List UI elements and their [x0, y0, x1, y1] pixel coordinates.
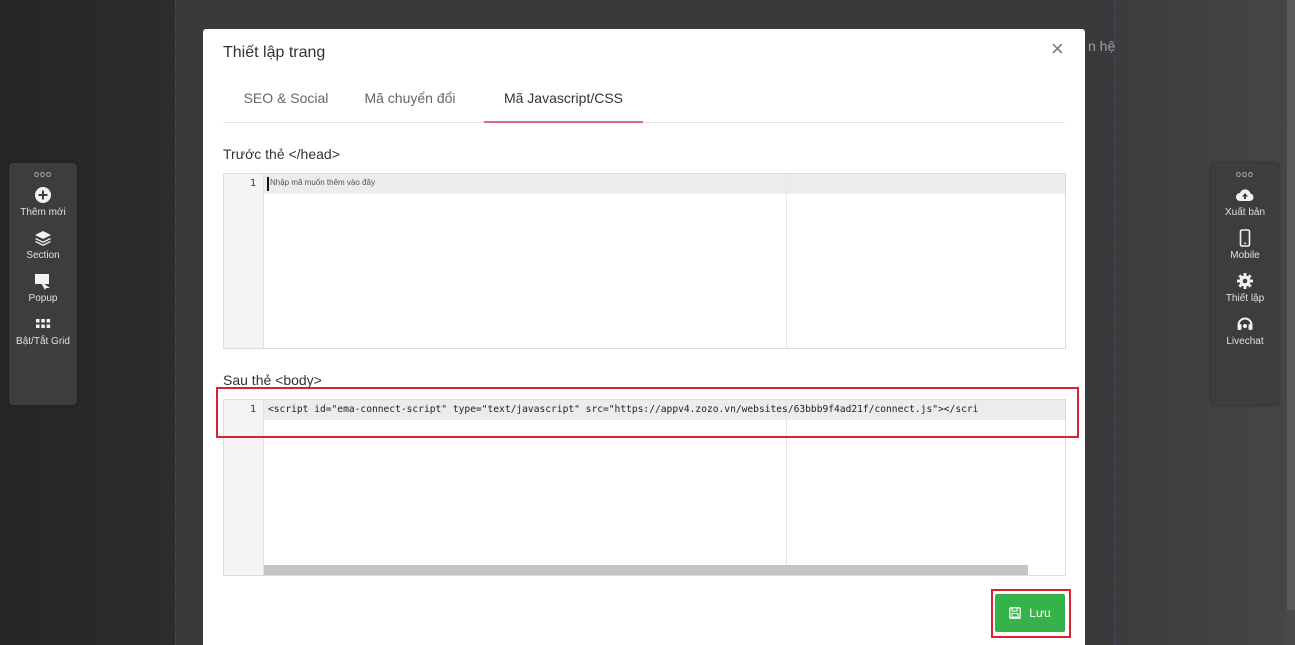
plus-circle-icon — [34, 187, 51, 203]
tab-bar: SEO & Social Mã chuyển đổi Mã Javascript… — [223, 81, 1065, 123]
background-partial-text: n hệ — [1088, 38, 1116, 54]
livechat-label: Livechat — [1226, 336, 1264, 347]
mobile-icon — [1239, 229, 1251, 247]
add-new-label: Thêm mới — [20, 207, 66, 218]
settings-button[interactable]: Thiết lập — [1226, 271, 1264, 304]
left-toolbar: ooo Thêm mới Section Popup Bật/Tắt Grid — [9, 163, 77, 405]
head-section-label: Trước thẻ </head> — [223, 146, 340, 162]
guide-line-left — [175, 0, 176, 645]
print-margin — [786, 174, 787, 348]
page-scrollbar-thumb[interactable] — [1287, 0, 1295, 610]
text-cursor — [267, 177, 269, 191]
grid-icon — [36, 319, 51, 328]
toggle-grid-button[interactable]: Bật/Tắt Grid — [16, 314, 70, 347]
livechat-button[interactable]: Livechat — [1226, 314, 1264, 347]
toolbar-drag-handle[interactable]: ooo — [1236, 167, 1254, 181]
toolbar-drag-handle[interactable]: ooo — [34, 167, 52, 181]
popup-label: Popup — [28, 293, 58, 304]
code-highlight-box — [216, 387, 1079, 438]
tab-javascript-css[interactable]: Mã Javascript/CSS — [484, 81, 643, 123]
head-code-editor[interactable]: 1 Nhập mã muốn thêm vào đây — [223, 173, 1066, 349]
gear-icon — [1236, 273, 1253, 289]
publish-label: Xuất bản — [1224, 207, 1266, 218]
section-button[interactable]: Section — [26, 228, 60, 261]
add-new-button[interactable]: Thêm mới — [20, 185, 66, 218]
tab-conversion-code[interactable]: Mã chuyển đổi — [353, 81, 467, 123]
modal-title: Thiết lập trang — [223, 44, 326, 61]
mobile-button[interactable]: Mobile — [1230, 228, 1260, 261]
close-icon[interactable]: × — [1051, 38, 1064, 60]
guide-line-right — [1114, 0, 1115, 645]
popup-button[interactable]: Popup — [28, 271, 58, 304]
popup-icon — [34, 274, 50, 290]
page-settings-modal: Thiết lập trang × SEO & Social Mã chuyển… — [203, 29, 1085, 645]
section-label: Section — [26, 250, 60, 261]
toggle-grid-label: Bật/Tắt Grid — [16, 336, 70, 347]
settings-label: Thiết lập — [1225, 293, 1265, 304]
mobile-label: Mobile — [1230, 250, 1260, 261]
line-number: 1 — [249, 178, 256, 189]
layers-icon — [34, 231, 51, 246]
head-editor-placeholder: Nhập mã muốn thêm vào đây — [270, 178, 375, 187]
cloud-upload-icon — [1235, 189, 1254, 201]
line-gutter — [224, 174, 264, 348]
headset-icon — [1237, 317, 1253, 330]
save-highlight-box — [991, 589, 1071, 638]
right-toolbar: ooo Xuất bản Mobile Thiết lập Livechat — [1211, 163, 1279, 405]
body-section-label: Sau thẻ <body> — [223, 372, 322, 388]
editor-horizontal-scrollbar[interactable] — [264, 565, 1028, 575]
tab-seo-social[interactable]: SEO & Social — [243, 81, 329, 123]
page-scrollbar[interactable] — [1287, 0, 1295, 645]
publish-button[interactable]: Xuất bản — [1225, 185, 1265, 218]
